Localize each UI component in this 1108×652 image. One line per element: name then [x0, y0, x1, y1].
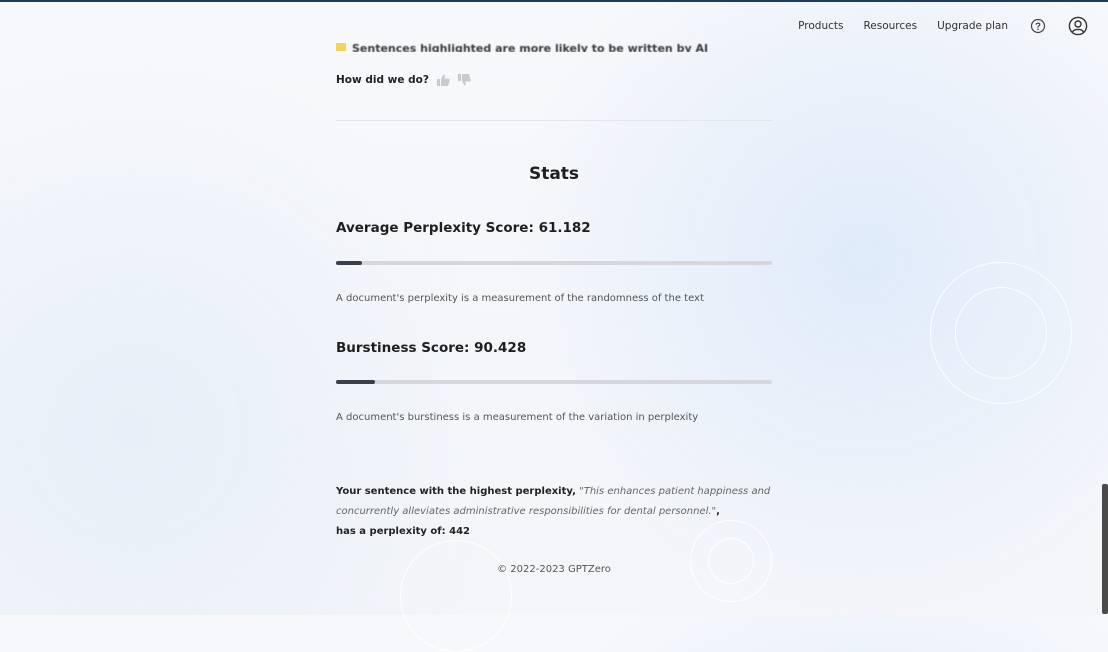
- help-icon[interactable]: [1028, 16, 1048, 36]
- highest-perplexity-summary: Your sentence with the highest perplexit…: [336, 482, 772, 542]
- thumbs-down-icon[interactable]: [457, 74, 471, 86]
- feedback-row: How did we do?: [336, 74, 471, 86]
- feedback-label: How did we do?: [336, 74, 429, 86]
- nav-products-link[interactable]: Products: [798, 20, 843, 32]
- top-border: [0, 0, 1108, 2]
- perplexity-progress-bar: [336, 261, 772, 265]
- burstiness-progress-fill: [336, 380, 376, 384]
- highlight-legend: Sentences highlighted are more likely to…: [336, 36, 708, 52]
- highest-perplexity-lead: Your sentence with the highest perplexit…: [336, 486, 576, 497]
- burstiness-description: A document's burstiness is a measurement…: [336, 412, 699, 423]
- highlight-swatch: [336, 43, 346, 51]
- thumbs-up-icon[interactable]: [436, 74, 450, 86]
- nav-resources-link[interactable]: Resources: [863, 20, 917, 32]
- bg-ring: [930, 262, 1072, 404]
- stats-heading: Stats: [528, 164, 580, 184]
- bg-ring: [708, 538, 754, 584]
- bg-ring: [955, 287, 1047, 379]
- section-divider: [336, 120, 772, 121]
- highest-perplexity-comma: ,: [716, 506, 720, 517]
- burstiness-progress-bar: [336, 380, 772, 384]
- bg-ring: [400, 540, 512, 652]
- user-account-icon[interactable]: [1068, 16, 1088, 36]
- footer-copyright: © 2022-2023 GPTZero: [497, 564, 611, 575]
- highest-perplexity-value: has a perplexity of: 442: [336, 526, 471, 537]
- perplexity-score-heading: Average Perplexity Score: 61.182: [336, 220, 591, 236]
- top-nav: Products Resources Upgrade plan: [778, 14, 1088, 38]
- page-scrollbar[interactable]: [1102, 484, 1108, 614]
- burstiness-score-heading: Burstiness Score: 90.428: [336, 340, 527, 356]
- nav-upgrade-link[interactable]: Upgrade plan: [937, 20, 1008, 32]
- perplexity-description: A document's perplexity is a measurement…: [336, 293, 704, 304]
- perplexity-progress-fill: [336, 261, 363, 265]
- highlight-legend-text: Sentences highlighted are more likely to…: [352, 41, 709, 53]
